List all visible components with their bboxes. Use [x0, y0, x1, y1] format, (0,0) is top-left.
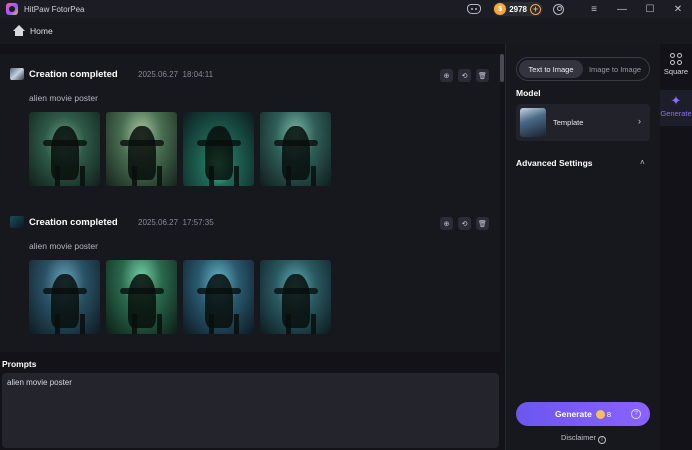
- generated-image[interactable]: [106, 260, 177, 334]
- creation-title: Creation completed: [29, 69, 118, 80]
- title-bar: HitPaw FotorPea $ 2978 + ≡ — ☐ ✕: [0, 0, 692, 18]
- feed-scrollbar[interactable]: [500, 54, 504, 82]
- generated-image[interactable]: [29, 260, 100, 334]
- generated-image[interactable]: [183, 260, 254, 334]
- creation-feed[interactable]: Creation completed 2025.06.27 18:04:11 ⊕…: [0, 44, 505, 352]
- zoom-icon[interactable]: ⊕: [440, 217, 453, 230]
- generated-image[interactable]: [260, 112, 331, 186]
- model-selector[interactable]: Template ›: [516, 104, 650, 141]
- creation-card: Creation completed 2025.06.27 17:57:35 ⊕…: [0, 202, 500, 352]
- generated-image[interactable]: [183, 112, 254, 186]
- app-logo-icon: [6, 3, 18, 15]
- minimize-icon: —: [617, 3, 627, 15]
- rail-label: Square: [663, 67, 689, 76]
- app-title: HitPaw FotorPea: [24, 4, 85, 14]
- prompts-section: Prompts alien movie poster: [0, 352, 505, 450]
- rail-item-generate[interactable]: ✦ Generate: [660, 90, 692, 126]
- model-name: Template: [553, 118, 584, 127]
- coin-icon: $: [494, 3, 507, 15]
- model-thumbnail-icon: [10, 216, 24, 228]
- info-icon: i: [598, 436, 606, 444]
- coin-icon: [595, 409, 605, 419]
- mode-toggle[interactable]: Text to Image Image to Image: [516, 57, 650, 81]
- minimize-button[interactable]: —: [608, 0, 636, 18]
- delete-icon[interactable]: 🗑: [476, 217, 489, 230]
- creation-card: Creation completed 2025.06.27 18:04:11 ⊕…: [0, 54, 500, 204]
- menu-button[interactable]: ≡: [580, 0, 608, 18]
- home-link[interactable]: Home: [30, 26, 53, 36]
- home-icon: [13, 25, 25, 37]
- square-grid-icon: [670, 53, 682, 65]
- prompt-input[interactable]: alien movie poster: [2, 373, 499, 448]
- close-icon: ✕: [673, 3, 683, 15]
- add-coins-icon[interactable]: +: [530, 3, 541, 15]
- settings-panel: Text to Image Image to Image Model Templ…: [505, 44, 660, 450]
- menu-icon: ≡: [591, 3, 597, 15]
- model-thumbnail: [520, 108, 546, 137]
- maximize-icon: ☐: [645, 3, 655, 15]
- user-icon[interactable]: [553, 3, 564, 15]
- regenerate-icon[interactable]: ⟲: [458, 217, 471, 230]
- prompts-label: Prompts: [2, 359, 37, 369]
- coin-balance[interactable]: $ 2978 +: [493, 2, 543, 16]
- creation-prompt: alien movie poster: [29, 241, 98, 251]
- help-icon[interactable]: ?: [631, 409, 641, 419]
- side-rail: Square ✦ Generate: [660, 44, 692, 450]
- generated-image[interactable]: [29, 112, 100, 186]
- delete-icon[interactable]: 🗑: [476, 69, 489, 82]
- sparkle-icon: ✦: [670, 93, 682, 108]
- rail-item-square[interactable]: Square: [660, 48, 692, 84]
- disclaimer-link[interactable]: Disclaimer i: [506, 433, 661, 444]
- home-bar[interactable]: Home: [0, 18, 692, 44]
- model-label: Model: [516, 88, 541, 98]
- model-thumbnail-icon: [10, 68, 24, 80]
- tab-text-to-image[interactable]: Text to Image: [519, 60, 583, 78]
- creation-timestamp: 2025.06.27 17:57:35: [138, 218, 214, 227]
- generate-cost: 8: [606, 409, 612, 419]
- chevron-right-icon: ›: [638, 116, 641, 126]
- generated-image[interactable]: [260, 260, 331, 334]
- generate-label: Generate: [554, 409, 592, 419]
- creation-title: Creation completed: [29, 217, 118, 228]
- close-button[interactable]: ✕: [664, 0, 692, 18]
- chevron-up-icon[interactable]: ˄: [640, 158, 645, 167]
- regenerate-icon[interactable]: ⟲: [458, 69, 471, 82]
- zoom-icon[interactable]: ⊕: [440, 69, 453, 82]
- discord-icon[interactable]: [467, 4, 482, 14]
- advanced-settings-toggle[interactable]: Advanced Settings: [516, 158, 593, 168]
- generated-image[interactable]: [106, 112, 177, 186]
- coin-count: 2978: [509, 4, 527, 14]
- creation-timestamp: 2025.06.27 18:04:11: [138, 70, 214, 79]
- tab-image-to-image[interactable]: Image to Image: [583, 60, 647, 78]
- rail-label: Generate: [660, 109, 692, 118]
- generate-button[interactable]: Generate 8 ?: [516, 402, 650, 426]
- creation-prompt: alien movie poster: [29, 93, 98, 103]
- maximize-button[interactable]: ☐: [636, 0, 664, 18]
